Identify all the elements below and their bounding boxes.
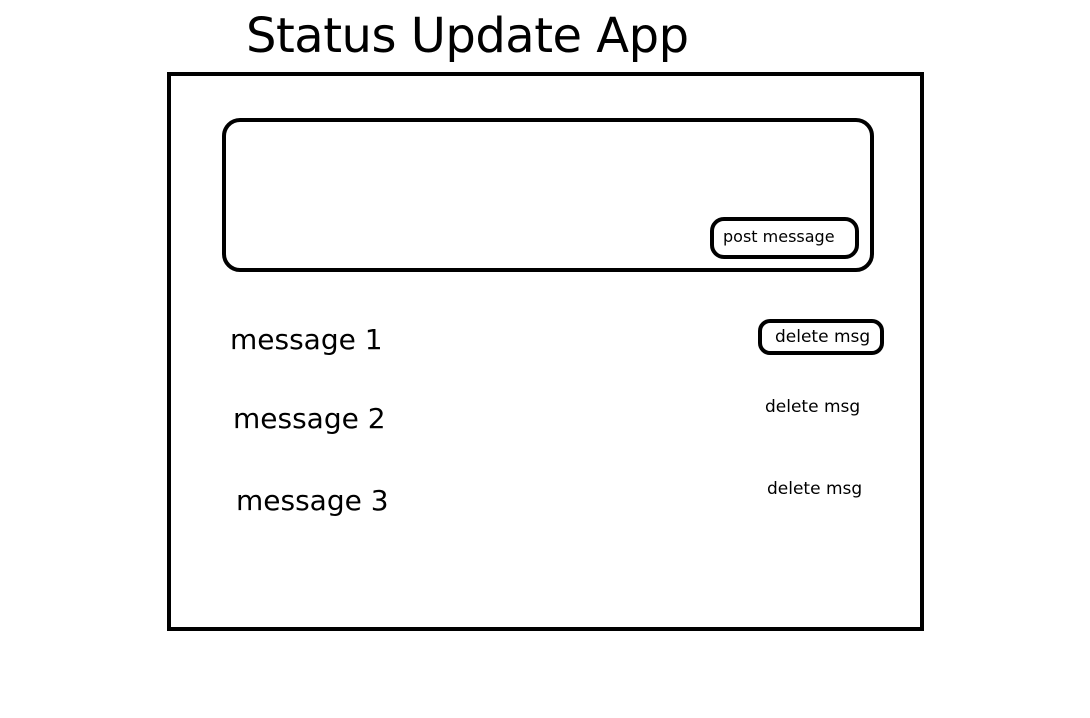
message-text: message 1 [230,323,383,356]
delete-msg-button[interactable]: delete msg [758,319,884,355]
status-input[interactable] [240,132,700,252]
post-message-label: post message [723,227,835,246]
delete-msg-link[interactable]: delete msg [765,396,860,418]
delete-msg-link[interactable]: delete msg [767,478,862,500]
delete-msg-label: delete msg [775,327,871,347]
message-text: message 3 [236,484,389,517]
post-message-button[interactable]: post message [710,217,859,259]
message-text: message 2 [233,402,386,435]
app-title: Status Update App [246,8,689,64]
